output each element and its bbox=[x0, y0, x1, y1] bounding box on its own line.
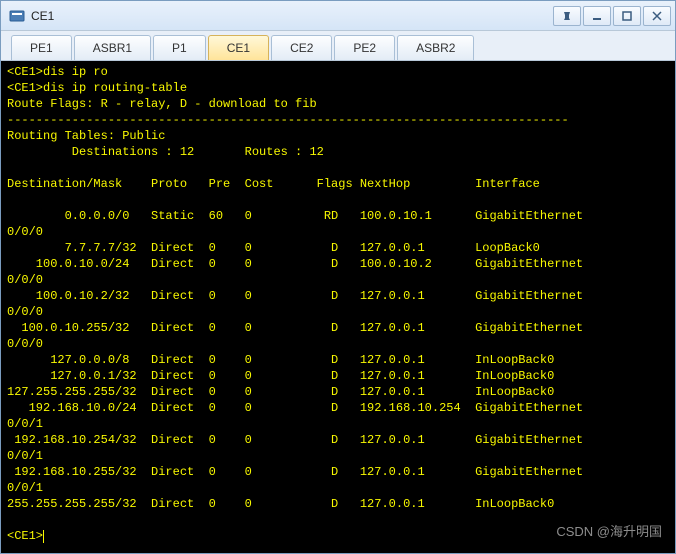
cursor bbox=[43, 530, 44, 543]
maximize-button[interactable] bbox=[613, 6, 641, 26]
pin-button[interactable] bbox=[553, 6, 581, 26]
terminal-output[interactable]: <CE1>dis ip ro <CE1>dis ip routing-table… bbox=[1, 61, 675, 553]
window-title: CE1 bbox=[31, 9, 551, 23]
tab-ce1[interactable]: CE1 bbox=[208, 35, 269, 60]
app-icon bbox=[9, 8, 25, 24]
tab-pe2[interactable]: PE2 bbox=[334, 35, 395, 60]
titlebar: CE1 bbox=[1, 1, 675, 31]
minimize-button[interactable] bbox=[583, 6, 611, 26]
tab-p1[interactable]: P1 bbox=[153, 35, 206, 60]
window-controls bbox=[551, 6, 671, 26]
watermark: CSDN @海升明国 bbox=[556, 521, 662, 540]
prompt: <CE1> bbox=[7, 529, 43, 543]
app-window: CE1 PE1ASBR1P1CE1CE2PE2ASBR2 <CE1>dis ip… bbox=[0, 0, 676, 554]
close-button[interactable] bbox=[643, 6, 671, 26]
tab-bar: PE1ASBR1P1CE1CE2PE2ASBR2 bbox=[1, 31, 675, 61]
tab-pe1[interactable]: PE1 bbox=[11, 35, 72, 60]
tab-asbr1[interactable]: ASBR1 bbox=[74, 35, 151, 60]
tab-ce2[interactable]: CE2 bbox=[271, 35, 332, 60]
tab-asbr2[interactable]: ASBR2 bbox=[397, 35, 474, 60]
